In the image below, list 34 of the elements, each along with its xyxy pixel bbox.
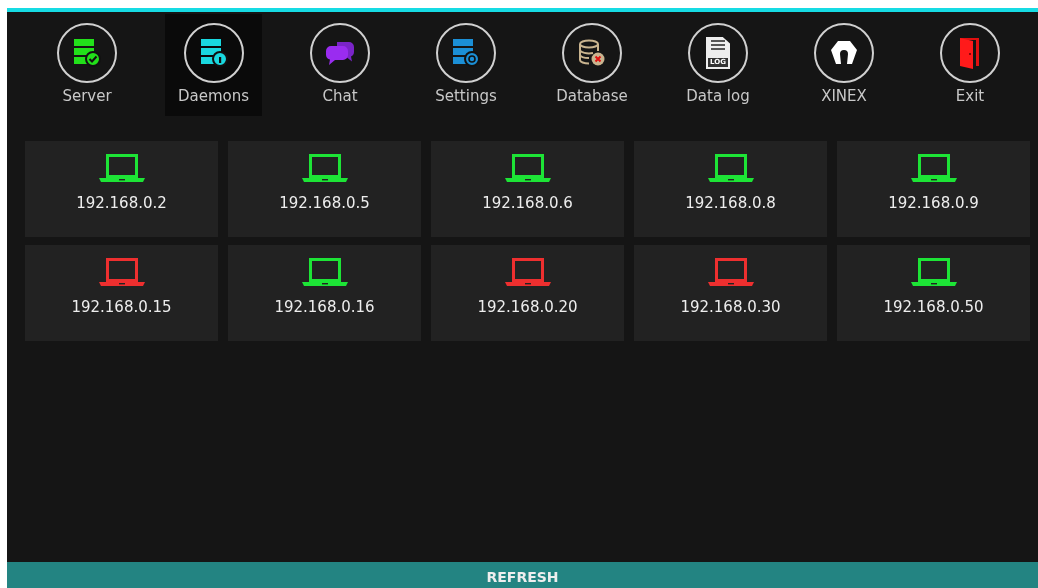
server-gear-icon <box>452 38 480 68</box>
nav-tab[interactable]: Chat <box>277 14 403 116</box>
device-card[interactable]: 192.168.0.20 <box>431 245 624 341</box>
ip-address: 192.168.0.6 <box>482 194 573 212</box>
database-error-icon <box>578 39 606 67</box>
ip-address: 192.168.0.20 <box>477 298 578 316</box>
ip-address: 192.168.0.2 <box>76 194 167 212</box>
device-card[interactable]: 192.168.0.16 <box>228 245 421 341</box>
chat-icon <box>325 40 355 66</box>
ip-address: 192.168.0.8 <box>685 194 776 212</box>
nav-tab[interactable]: Settings <box>403 14 529 116</box>
ip-address: 192.168.0.5 <box>279 194 370 212</box>
server-info-icon <box>199 38 228 68</box>
ip-address: 192.168.0.50 <box>883 298 984 316</box>
nav-tab[interactable]: XINEX <box>781 14 907 116</box>
arch-icon <box>830 40 858 66</box>
nav-tab[interactable]: Database <box>529 14 655 116</box>
ip-address: 192.168.0.30 <box>680 298 781 316</box>
device-card[interactable]: 192.168.0.15 <box>25 245 218 341</box>
ip-address: 192.168.0.9 <box>888 194 979 212</box>
ip-address: 192.168.0.15 <box>71 298 172 316</box>
ip-address: 192.168.0.16 <box>274 298 375 316</box>
device-card[interactable]: 192.168.0.9 <box>837 141 1030 237</box>
nav-tab[interactable]: Server <box>24 14 150 116</box>
device-card[interactable]: 192.168.0.6 <box>431 141 624 237</box>
nav-tab[interactable]: Exit <box>907 14 1033 116</box>
device-card[interactable]: 192.168.0.5 <box>228 141 421 237</box>
nav-tab[interactable]: Daemons <box>165 14 262 116</box>
server-check-icon <box>73 38 101 68</box>
device-card[interactable]: 192.168.0.30 <box>634 245 827 341</box>
device-card[interactable]: 192.168.0.50 <box>837 245 1030 341</box>
refresh-button[interactable]: REFRESH <box>7 562 1038 588</box>
device-card[interactable]: 192.168.0.2 <box>25 141 218 237</box>
device-card[interactable]: 192.168.0.8 <box>634 141 827 237</box>
